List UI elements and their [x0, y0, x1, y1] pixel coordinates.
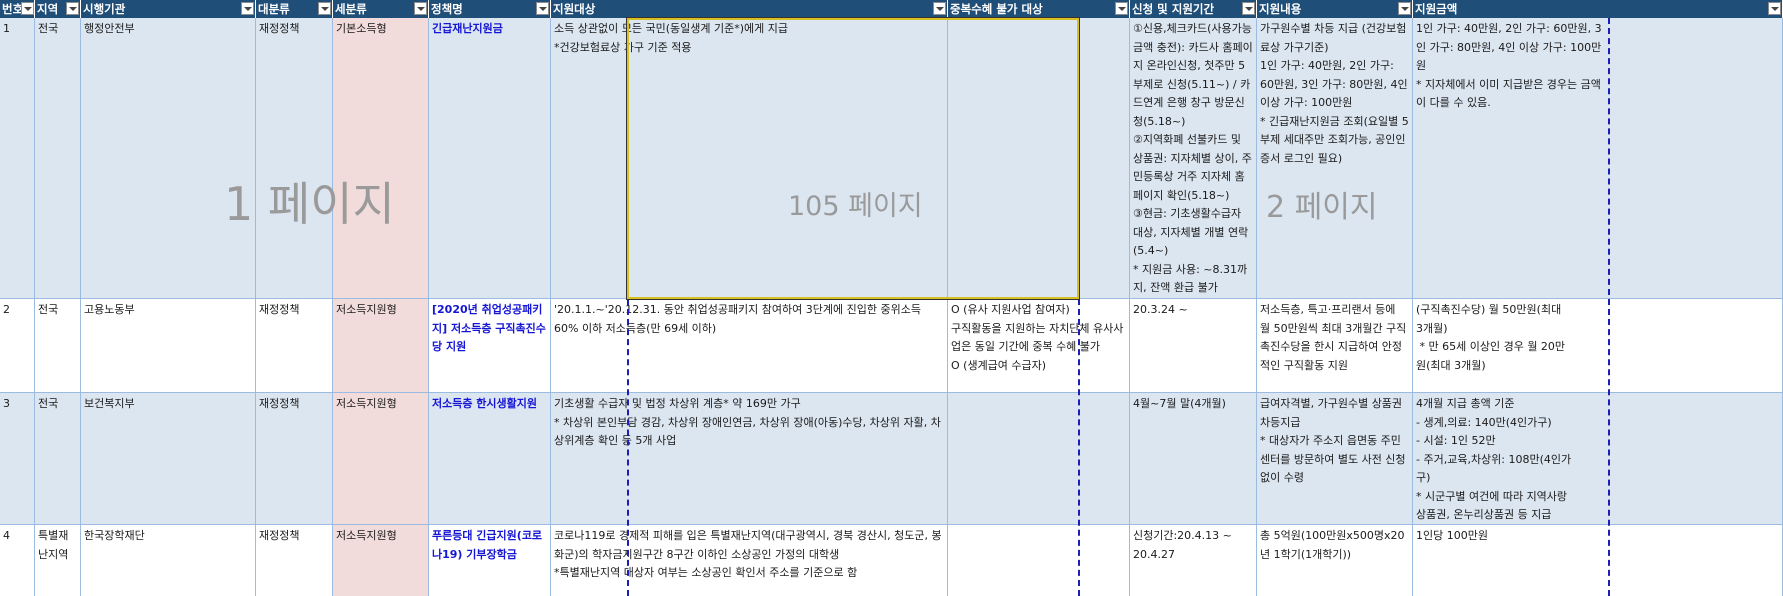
table-row: 4 특별재난지역 한국장학재단 재정정책 저소득지원형 푸른등대 긴급지원(코로…	[0, 525, 1783, 596]
cell-minor-category[interactable]: 저소득지원형	[333, 299, 429, 392]
header-support-amount-label: 지원금액	[1415, 2, 1458, 16]
header-target-label: 지원대상	[553, 2, 596, 16]
filter-dropdown-icon[interactable]	[933, 2, 946, 15]
header-agency-label: 시행기관	[83, 2, 126, 16]
cell-minor-category[interactable]: 기본소득형	[333, 18, 429, 298]
header-duplicate-restriction-label: 중복수혜 불가 대상	[950, 2, 1043, 16]
filter-dropdown-icon[interactable]	[1768, 2, 1781, 15]
cell-support-amount[interactable]: (구직촉진수당) 월 50만원(최대 3개월) * 만 65세 이상인 경우 월…	[1413, 299, 1783, 392]
header-major-category-label: 대분류	[258, 2, 290, 16]
cell-policy-name[interactable]: 긴급재난지원금	[429, 18, 551, 298]
cell-agency[interactable]: 행정안전부	[81, 18, 256, 298]
cell-major-category[interactable]: 재정정책	[256, 525, 333, 596]
header-application-period-label: 신청 및 지원기간	[1132, 2, 1215, 16]
header-policy-name[interactable]: 정책명	[429, 0, 551, 18]
filter-dropdown-icon[interactable]	[1115, 2, 1128, 15]
cell-policy-name[interactable]: 푸른등대 긴급지원(코로나19) 기부장학금	[429, 525, 551, 596]
header-duplicate-restriction[interactable]: 중복수혜 불가 대상	[948, 0, 1130, 18]
cell-application-period[interactable]: ①신용,체크카드(사용가능금액 충전): 카드사 홈페이지 온라인신청, 첫주만…	[1130, 18, 1257, 298]
cell-support-content[interactable]: 가구원수별 차등 지급 (건강보험료상 가구기준) 1인 가구: 40만원, 2…	[1257, 18, 1413, 298]
filter-dropdown-icon[interactable]	[66, 2, 79, 15]
cell-no[interactable]: 1	[0, 18, 35, 298]
cell-region[interactable]: 전국	[35, 18, 81, 298]
spreadsheet: 번호 지역 시행기관 대분류 세분류 정책명 지원대상 중복수혜 불가 대상 신…	[0, 0, 1783, 596]
cell-minor-category[interactable]: 저소득지원형	[333, 393, 429, 524]
header-support-content-label: 지원내용	[1259, 2, 1302, 16]
cell-major-category[interactable]: 재정정책	[256, 18, 333, 298]
cell-support-amount[interactable]: 1인 가구: 40만원, 2인 가구: 60만원, 3인 가구: 80만원, 4…	[1413, 18, 1783, 298]
cell-support-content[interactable]: 저소득층, 특고·프리랜서 등에 월 50만원씩 최대 3개월간 구직촉진수당을…	[1257, 299, 1413, 392]
cell-application-period[interactable]: 4월~7월 말(4개월)	[1130, 393, 1257, 524]
cell-agency[interactable]: 고용노동부	[81, 299, 256, 392]
cell-agency[interactable]: 한국장학재단	[81, 525, 256, 596]
cell-support-content[interactable]: 급여자격별, 가구원수별 상품권 차등지급 * 대상자가 주소지 읍면동 주민센…	[1257, 393, 1413, 524]
cell-application-period[interactable]: 20.3.24 ~	[1130, 299, 1257, 392]
cell-no[interactable]: 2	[0, 299, 35, 392]
cell-no[interactable]: 3	[0, 393, 35, 524]
table-row: 3 전국 보건복지부 재정정책 저소득지원형 저소득층 한시생활지원 기초생활 …	[0, 393, 1783, 525]
cell-target[interactable]: 코로나119로 경제적 피해를 입은 특별재난지역(대구광역시, 경북 경산시,…	[551, 525, 948, 596]
cell-policy-name[interactable]: 저소득층 한시생활지원	[429, 393, 551, 524]
filter-dropdown-icon[interactable]	[1242, 2, 1255, 15]
header-minor-category-label: 세분류	[335, 2, 367, 16]
filter-dropdown-icon[interactable]	[414, 2, 427, 15]
filter-dropdown-icon[interactable]	[536, 2, 549, 15]
cell-target[interactable]: 기초생활 수급자 및 법정 차상위 계층* 약 169만 가구 * 차상위 본인…	[551, 393, 948, 524]
header-region-label: 지역	[37, 2, 59, 16]
cell-no[interactable]: 4	[0, 525, 35, 596]
header-target[interactable]: 지원대상	[551, 0, 948, 18]
cell-support-amount[interactable]: 4개월 지급 총액 기준 - 생계,의료: 140만(4인가구) - 시설: 1…	[1413, 393, 1783, 524]
cell-duplicate-restriction[interactable]	[948, 393, 1130, 524]
page-break-line	[1608, 18, 1610, 596]
cell-agency[interactable]: 보건복지부	[81, 393, 256, 524]
header-policy-name-label: 정책명	[431, 2, 463, 16]
cell-application-period[interactable]: 신청기간:20.4.13 ~ 20.4.27	[1130, 525, 1257, 596]
filter-dropdown-icon[interactable]	[1398, 2, 1411, 15]
filter-dropdown-icon[interactable]	[318, 2, 331, 15]
cell-region[interactable]: 전국	[35, 393, 81, 524]
cell-duplicate-restriction[interactable]: O (유사 지원사업 참여자) 구직활동을 지원하는 자치단체 유사사업은 동일…	[948, 299, 1130, 392]
cell-support-content[interactable]: 총 5억원(100만원x500명x20년 1학기(1개학기))	[1257, 525, 1413, 596]
cell-region[interactable]: 전국	[35, 299, 81, 392]
filter-dropdown-icon[interactable]	[21, 2, 34, 15]
header-support-content[interactable]: 지원내용	[1257, 0, 1413, 18]
cell-support-amount[interactable]: 1인당 100만원	[1413, 525, 1783, 596]
table-row: 2 전국 고용노동부 재정정책 저소득지원형 [2020년 취업성공패키지] 저…	[0, 299, 1783, 393]
cell-minor-category[interactable]: 저소득지원형	[333, 525, 429, 596]
cell-region[interactable]: 특별재난지역	[35, 525, 81, 596]
header-support-amount[interactable]: 지원금액	[1413, 0, 1783, 18]
filter-dropdown-icon[interactable]	[241, 2, 254, 15]
cell-major-category[interactable]: 재정정책	[256, 299, 333, 392]
header-agency[interactable]: 시행기관	[81, 0, 256, 18]
cell-duplicate-restriction[interactable]	[948, 525, 1130, 596]
selected-cell-outline	[626, 17, 1080, 300]
cell-policy-name[interactable]: [2020년 취업성공패키지] 저소득층 구직촉진수당 지원	[429, 299, 551, 392]
cell-target[interactable]: '20.1.1.~'20.12.31. 동안 취업성공패키지 참여하여 3단계에…	[551, 299, 948, 392]
cell-major-category[interactable]: 재정정책	[256, 393, 333, 524]
header-no-label: 번호	[2, 2, 24, 16]
header-application-period[interactable]: 신청 및 지원기간	[1130, 0, 1257, 18]
